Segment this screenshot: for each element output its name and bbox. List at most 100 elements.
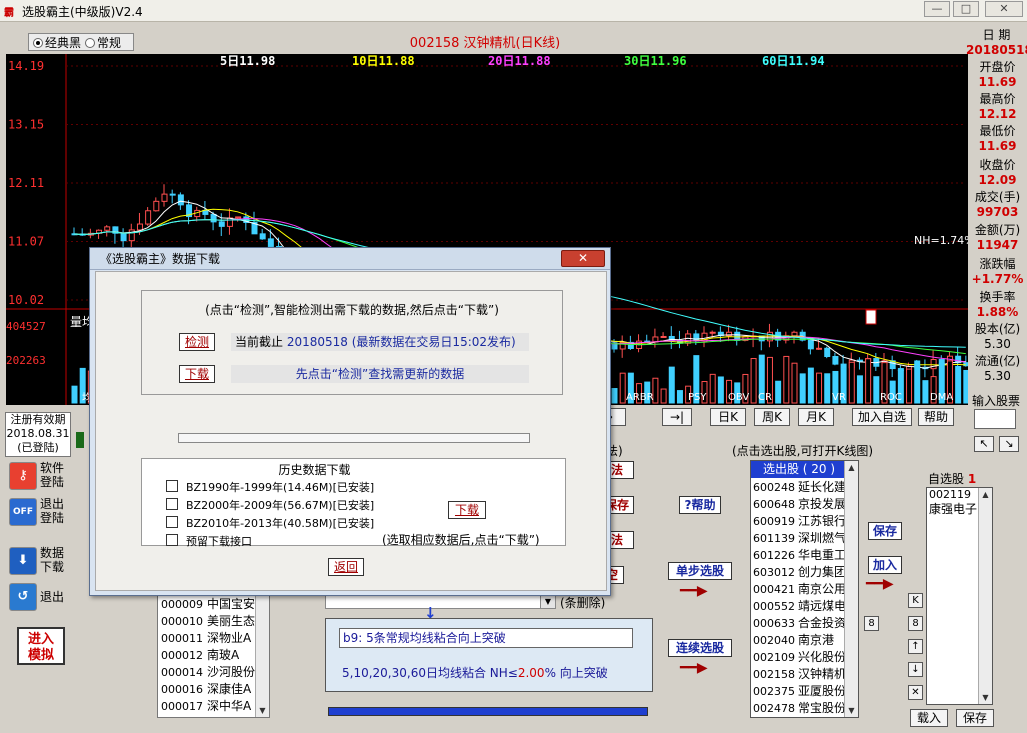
stock-pool-scrollbar[interactable]: ▼ [255,596,269,717]
scan-progress-bar [328,707,648,716]
mid-8-button[interactable]: 8 [864,616,879,631]
candle-body [259,233,266,240]
scroll-up-icon[interactable]: ▲ [979,488,992,501]
prev-stock-button[interactable]: ↖ [974,436,994,452]
stock-code: 002109 [753,651,795,664]
eight-button[interactable]: 8 [908,616,923,631]
selected-stocks-list[interactable]: 选出股 ( 20 ) 600248 延长化建 600648 京投发展 600919 江苏银… [750,460,859,718]
list-item[interactable]: 000011 深物业A [158,630,269,647]
volume-bar [816,372,823,404]
my-stocks-list[interactable]: 002119 康强电子 ▲ ▼ [926,487,993,705]
quote-item: 成交(手) 99703 [968,188,1027,219]
off-icon: OFF [9,498,37,526]
list-item[interactable]: 000010 美丽生态 [158,613,269,630]
table-row[interactable]: 000421 南京公用 [751,581,847,598]
add-favorite-button[interactable]: 加入自选 [852,408,912,426]
stock-code: 002478 [753,702,795,715]
stock-code: 000009 [161,598,203,611]
data-download-button[interactable]: ⬇ 数据 下载 [8,546,70,576]
scroll-end-button[interactable]: →| [662,408,692,426]
help-button[interactable]: 帮助 [918,408,954,426]
k-button[interactable]: K [908,593,923,608]
scroll-down-icon[interactable]: ▼ [845,704,858,717]
stock-name: 常宝股份 [798,701,847,715]
check-button[interactable]: 检测 [179,333,215,351]
ma-label: 60日11.94 [762,54,825,68]
history-checkbox[interactable] [166,516,178,528]
enter-simulation-button[interactable]: 进入 模拟 [17,627,65,665]
table-row[interactable]: 002375 亚厦股份 [751,683,847,700]
monthly-k-button[interactable]: 月K [798,408,834,426]
move-up-button[interactable]: ↑ [908,639,923,654]
volume-bar [799,373,806,404]
scroll-up-icon[interactable]: ▲ [845,461,858,474]
my-stocks-scrollbar[interactable]: ▲ ▼ [978,488,992,704]
dialog-close-button[interactable]: ✕ [561,250,605,267]
table-row[interactable]: 002478 常宝股份 [751,700,847,717]
table-row[interactable]: 002158 汉钟精机 [751,666,847,683]
formula-name-field[interactable]: b9: 5条常规均线粘合向上突破 [339,628,633,648]
stock-code-input[interactable] [974,409,1016,429]
quote-label: 开盘价 [979,60,1016,74]
table-row[interactable]: 603012 创力集团 [751,564,847,581]
reg-date: 2018.08.31 [6,427,70,440]
table-row[interactable]: 600919 江苏银行 [751,513,847,530]
history-item-label: BZ2000年-2009年(56.67M)[已安装] [186,499,375,512]
formula-nh-value[interactable]: 2.00 [518,666,545,680]
table-row[interactable]: 002109 兴化股份 [751,649,847,666]
quote-label: 最低价 [979,124,1016,138]
close-button[interactable]: ✕ [985,1,1023,17]
history-download-button[interactable]: 下载 [448,501,486,519]
volume-bar [922,380,929,404]
delete-button[interactable]: ✕ [908,685,923,700]
stock-pool-list[interactable]: 000009 中国宝安 000010 美丽生态 000011 深物业A 000012 南玻A 0… [157,595,270,718]
maximize-button[interactable]: □ [953,1,979,17]
move-down-button[interactable]: ↓ [908,662,923,677]
save-mystocks-button[interactable]: 保存 [956,709,994,727]
logout-button[interactable]: OFF 退出 登陆 [8,497,70,527]
table-row[interactable]: 601226 华电重工 [751,547,847,564]
quote-value: 12.09 [978,173,1017,187]
history-checkbox[interactable] [166,534,178,546]
history-checkbox[interactable] [166,480,178,492]
save-selected-button[interactable]: 保存 [868,522,902,540]
load-button[interactable]: 载入 [910,709,948,727]
list-item[interactable]: 000009 中国宝安 [158,596,269,613]
table-row[interactable]: 002040 南京港 [751,632,847,649]
table-row[interactable]: 600248 延长化建 [751,479,847,496]
scroll-down-icon[interactable]: ▼ [256,704,269,717]
date-value: 20180518 [966,43,1027,57]
exit-button[interactable]: ↺ 退出 [8,582,70,612]
download-update-button[interactable]: 下载 [179,365,215,383]
question-help-button[interactable]: ?帮助 [679,496,721,514]
stock-code: 600248 [753,481,795,494]
minimize-button[interactable]: — [924,1,950,17]
quote-item: 流通(亿) 5.30 [968,352,1027,383]
single-step-select-button[interactable]: 单步选股 [668,562,732,580]
list-item[interactable]: 000017 深中华A [158,698,269,715]
condition-combo[interactable] [325,594,556,609]
quote-item: 涨跌幅 +1.77% [968,255,1027,286]
history-checkbox[interactable] [166,498,178,510]
list-item[interactable]: 000016 深康佳A [158,681,269,698]
list-item[interactable]: 000012 南玻A [158,647,269,664]
software-login-button[interactable]: ⚷ 软件 登陆 [8,461,70,491]
sim-label-2: 模拟 [27,648,54,663]
table-row[interactable]: 600648 京投发展 [751,496,847,513]
continuous-select-button[interactable]: 连续选股 [668,639,732,657]
next-stock-button[interactable]: ↘ [999,436,1019,452]
registration-box: 注册有效期 2018.08.31 (已登陆) [5,412,71,457]
add-to-mystocks-button[interactable]: 加入 [868,556,902,574]
chevron-down-icon[interactable]: ▼ [540,594,556,609]
daily-k-button[interactable]: 日K [710,408,746,426]
table-row[interactable]: 000633 合金投资 [751,615,847,632]
return-button[interactable]: 返回 [328,558,364,576]
candle-body [766,331,773,342]
scroll-down-icon[interactable]: ▼ [979,691,992,704]
table-row[interactable]: 601139 深圳燃气 [751,530,847,547]
list-item[interactable]: 000014 沙河股份 [158,664,269,681]
table-row[interactable]: 000552 靖远煤电 [751,598,847,615]
weekly-k-button[interactable]: 周K [754,408,790,426]
selected-scrollbar[interactable]: ▲ ▼ [844,461,858,717]
my-stocks-title: 自选股 1 [928,470,976,487]
